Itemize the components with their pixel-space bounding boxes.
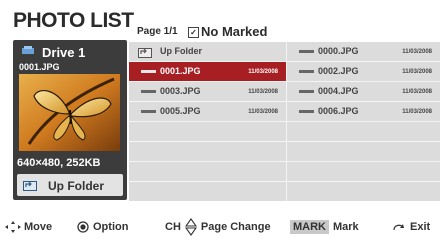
file-date: 11/03/2008 <box>248 89 278 95</box>
file-icon <box>299 110 314 113</box>
navigation-arrows-icon <box>5 221 21 233</box>
empty-row <box>129 142 286 162</box>
file-icon <box>299 70 314 73</box>
page-indicator: Page 1/1 <box>137 26 178 37</box>
exit-label: Exit <box>410 221 431 233</box>
empty-row <box>287 182 440 202</box>
drive-name: Drive 1 <box>42 45 86 60</box>
channel-updown-icon <box>184 218 197 236</box>
photo-thumbnail <box>19 74 120 151</box>
checkbox-icon: ✓ <box>188 27 199 38</box>
file-icon <box>141 70 156 73</box>
page-change-hint[interactable]: CH Page Change <box>165 218 271 236</box>
list-item[interactable]: 0002.JPG 11/03/2008 <box>287 62 440 82</box>
option-label: Option <box>93 221 129 233</box>
marked-status-label: No Marked <box>201 24 268 39</box>
list-item[interactable]: 0000.JPG 11/03/2008 <box>287 42 440 62</box>
file-name: 0002.JPG <box>318 66 359 76</box>
up-folder-icon <box>23 181 37 191</box>
file-list: Up Folder 0001.JPG 11/03/2008 0003.JPG 1… <box>129 42 440 201</box>
preview-file-name: 0001.JPG <box>19 62 60 72</box>
list-item-up-folder[interactable]: Up Folder <box>129 42 286 62</box>
empty-row <box>287 142 440 162</box>
empty-row <box>129 122 286 142</box>
file-icon <box>299 90 314 93</box>
page-title: PHOTO LIST <box>13 9 134 32</box>
file-name: 0003.JPG <box>160 86 201 96</box>
up-folder-button-label: Up Folder <box>48 179 104 193</box>
ok-button-icon <box>77 221 89 233</box>
list-item[interactable]: 0005.JPG 11/03/2008 <box>129 102 286 122</box>
file-date: 11/03/2008 <box>402 109 432 115</box>
footer-hint-bar: Move Option CH Page Change MARK Mark Exi… <box>0 218 444 236</box>
exit-hint[interactable]: Exit <box>392 218 430 236</box>
resolution-size: 640×480, 252KB <box>17 157 101 169</box>
file-date: 11/03/2008 <box>402 89 432 95</box>
file-name: 0004.JPG <box>318 86 359 96</box>
empty-row <box>129 182 286 202</box>
mark-label: Mark <box>333 221 359 233</box>
marked-status: ✓ No Marked <box>188 24 267 39</box>
file-name: 0000.JPG <box>318 46 359 56</box>
list-item[interactable]: 0001.JPG 11/03/2008 <box>129 62 286 82</box>
file-icon <box>299 50 314 53</box>
option-hint[interactable]: Option <box>77 218 128 236</box>
drive-icon <box>22 46 34 54</box>
empty-row <box>287 162 440 182</box>
mark-key-badge: MARK <box>290 220 329 234</box>
file-name: 0001.JPG <box>160 66 201 76</box>
move-label: Move <box>24 221 53 233</box>
file-name: Up Folder <box>160 46 202 56</box>
up-folder-icon <box>138 48 152 58</box>
ch-label: CH <box>165 221 181 233</box>
return-icon <box>393 224 404 231</box>
list-item[interactable]: 0004.JPG 11/03/2008 <box>287 82 440 102</box>
file-name: 0006.JPG <box>318 106 359 116</box>
empty-row <box>287 122 440 142</box>
move-hint[interactable]: Move <box>4 218 52 236</box>
file-date: 11/03/2008 <box>402 49 432 55</box>
up-folder-button[interactable]: Up Folder <box>17 174 123 196</box>
file-icon <box>141 90 156 93</box>
empty-row <box>129 162 286 182</box>
file-date: 11/03/2008 <box>248 109 278 115</box>
file-date: 11/03/2008 <box>402 69 432 75</box>
mark-hint[interactable]: MARK Mark <box>290 218 359 236</box>
page-change-label: Page Change <box>200 221 271 233</box>
list-item[interactable]: 0006.JPG 11/03/2008 <box>287 102 440 122</box>
list-item[interactable]: 0003.JPG 11/03/2008 <box>129 82 286 102</box>
file-icon <box>141 110 156 113</box>
preview-panel: Drive 1 0001.JPG 640×480, 252KB Up Folde… <box>13 40 127 200</box>
file-date: 11/03/2008 <box>248 69 278 75</box>
file-name: 0005.JPG <box>160 106 201 116</box>
